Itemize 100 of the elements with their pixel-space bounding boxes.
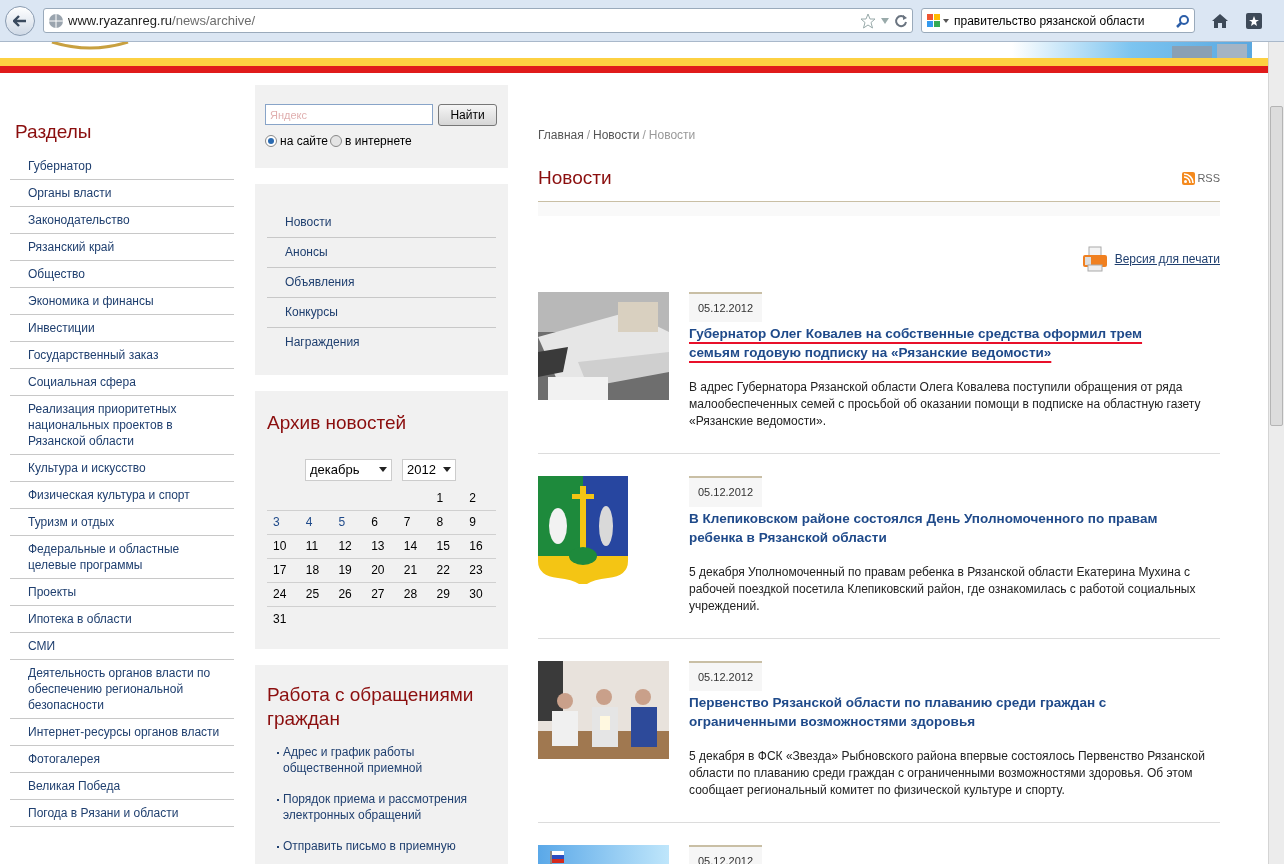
calendar-day: 31 xyxy=(267,609,300,628)
sidebar-item[interactable]: Погода в Рязани и области xyxy=(10,799,234,827)
sidebar-item[interactable]: Культура и искусство xyxy=(10,454,234,482)
sidebar-item[interactable]: Реализация приоритетных национальных проектов в Рязанской области xyxy=(10,395,234,455)
back-arrow-icon xyxy=(13,14,27,27)
sidebar-item[interactable]: Государственный заказ xyxy=(10,341,234,369)
calendar-day: 16 xyxy=(463,537,496,555)
search-button[interactable]: Найти xyxy=(438,104,497,126)
calendar-day: 6 xyxy=(365,513,398,531)
calendar-day: 26 xyxy=(332,585,366,603)
appeals-link[interactable]: Адрес и график работы общественной приемной xyxy=(283,743,495,776)
calendar-day: 1 xyxy=(430,489,464,507)
star-icon[interactable] xyxy=(860,12,876,29)
sections-heading: Разделы xyxy=(14,120,93,144)
news-headline[interactable]: Первенство Рязанской области по плаванию среди граждан с ограниченными возможностями здоровья xyxy=(689,693,1189,731)
url-text: www.ryazanreg.ru/news/archive/ xyxy=(68,11,257,30)
news-menu-item[interactable]: Объявления xyxy=(267,268,496,298)
news-summary: В адрес Губернатора Рязанской области Олега Ковалева поступили обращения от ряда малообеспеченных семей с просьбой об оказании помощи в подписке на областную газету «Рязанские ведомости». xyxy=(689,379,1202,430)
calendar-day: 25 xyxy=(299,585,333,603)
appeals-link[interactable]: Отправить письмо в приемную xyxy=(283,837,495,854)
breadcrumb-link[interactable]: Главная xyxy=(538,126,584,144)
search-field[interactable]: правительство рязанской области xyxy=(921,8,1195,33)
search-value: правительство рязанской области xyxy=(954,12,1146,30)
news-headline[interactable]: В Клепиковском районе состоялся День Уполномоченного по правам ребенка в Рязанской области xyxy=(689,508,1189,547)
home-icon[interactable] xyxy=(1211,12,1229,29)
printer-icon xyxy=(1080,245,1109,272)
dropdown-arrow-icon xyxy=(379,467,387,472)
calendar-day: 30 xyxy=(463,585,496,603)
radio-button[interactable] xyxy=(265,135,277,147)
sidebar-item[interactable]: Федеральные и областные целевые программы xyxy=(10,535,234,579)
month-select[interactable]: декабрь xyxy=(305,458,392,481)
sidebar-item[interactable]: Великая Победа xyxy=(10,772,234,800)
sidebar-item[interactable]: СМИ xyxy=(10,632,234,660)
sidebar-item[interactable]: Физическая культура и спорт xyxy=(10,481,234,509)
sidebar-item[interactable]: Инвестиции xyxy=(10,314,234,342)
search-engine-icon[interactable] xyxy=(926,12,950,29)
sidebar-item[interactable]: Деятельность органов власти по обеспечению региональной безопасности xyxy=(10,659,234,719)
breadcrumb-separator: / xyxy=(642,127,646,144)
news-menu-item[interactable]: Награждения xyxy=(267,328,496,357)
back-button[interactable] xyxy=(5,5,35,36)
news-summary: 5 декабря в ФСК «Звезда» Рыбновского района впервые состоялось Первенство Рязанской области по плаванию среди граждан с ограниченными возможностями здоровья. Об этом сообщает региональный комитет по физической культуре и спорту. xyxy=(689,748,1206,799)
address-bar[interactable]: www.ryazanreg.ru/news/archive/ xyxy=(43,8,913,33)
calendar-day[interactable]: 5 xyxy=(332,513,366,531)
sidebar-item[interactable]: Социальная сфера xyxy=(10,368,234,396)
calendar-day: 14 xyxy=(397,537,431,555)
calendar-day[interactable]: 3 xyxy=(267,513,300,531)
calendar-day: 2 xyxy=(463,489,496,507)
calendar-day: 7 xyxy=(397,513,431,531)
radio-label: на сайте xyxy=(280,133,329,150)
scrollbar[interactable] xyxy=(1268,42,1284,864)
sidebar-item[interactable]: Органы власти xyxy=(10,179,234,207)
calendar-day: 24 xyxy=(267,585,300,603)
news-summary: 5 декабря Уполномоченный по правам ребенка в Рязанской области Екатерина Мухина с рабочей поездкой посетила Клепиковский район, где ознакомилась с работой социальных учреждений. xyxy=(689,563,1197,615)
globe-icon xyxy=(48,12,64,29)
calendar-day: 17 xyxy=(267,561,300,579)
rss-link[interactable]: RSS xyxy=(1182,170,1220,187)
news-date: 05.12.2012 xyxy=(689,291,763,322)
year-select[interactable]: 2012 xyxy=(402,458,456,481)
calendar-day: 21 xyxy=(397,561,431,579)
sidebar-item[interactable]: Проекты xyxy=(10,578,234,606)
appeals-link[interactable]: Порядок приема и рассмотрения электронных обращений xyxy=(283,790,495,823)
sidebar-item[interactable]: Фотогалерея xyxy=(10,745,234,773)
radio-button[interactable] xyxy=(330,135,343,147)
calendar-day: 23 xyxy=(463,561,496,579)
page-title: Новости xyxy=(538,166,612,190)
search-input[interactable]: Яндекс xyxy=(265,104,433,125)
appeals-heading: Работа с обращениями граждан xyxy=(267,682,475,731)
calendar-day: 20 xyxy=(365,561,398,579)
radio-label: в интернете xyxy=(345,133,412,150)
news-headline[interactable]: Губернатор Олег Ковалев на собственные средства оформил трем семьям годовую подписку на «Рязанские ведомости» xyxy=(689,324,1189,362)
calendar-day: 19 xyxy=(332,561,366,579)
news-menu-item[interactable]: Новости xyxy=(267,208,496,238)
sidebar-item[interactable]: Интернет-ресурсы органов власти xyxy=(10,718,234,746)
sidebar-item[interactable]: Экономика и финансы xyxy=(10,287,234,315)
news-menu-item[interactable]: Анонсы xyxy=(267,238,496,268)
sidebar-item[interactable]: Общество xyxy=(10,260,234,288)
reload-icon[interactable] xyxy=(894,13,908,28)
calendar-day: 18 xyxy=(299,561,333,579)
calendar-day: 28 xyxy=(397,585,431,603)
rss-icon xyxy=(1182,171,1196,185)
sidebar-item[interactable]: Ипотека в области xyxy=(10,605,234,633)
bookmarks-icon[interactable] xyxy=(1245,11,1263,30)
calendar-day: 8 xyxy=(430,513,464,531)
sidebar-item[interactable]: Рязанский край xyxy=(10,233,234,261)
sidebar-item[interactable]: Законодательство xyxy=(10,206,234,234)
news-menu-item[interactable]: Конкурсы xyxy=(267,298,496,328)
calendar-day[interactable]: 4 xyxy=(299,513,333,531)
news-date: 05.12.2012 xyxy=(689,476,763,507)
calendar-day: 22 xyxy=(430,561,464,579)
sidebar-item[interactable]: Туризм и отдых xyxy=(10,508,234,536)
news-date: 05.12.2012 xyxy=(689,660,763,691)
breadcrumb-link[interactable]: Новости xyxy=(593,126,640,144)
print-version-link[interactable]: Версия для печати xyxy=(1114,249,1220,268)
search-icon[interactable] xyxy=(1176,13,1190,28)
calendar-day: 27 xyxy=(365,585,398,603)
calendar-day: 10 xyxy=(267,537,300,555)
calendar-day: 9 xyxy=(463,513,496,531)
breadcrumb-separator: / xyxy=(586,127,591,144)
sidebar-item[interactable]: Губернатор xyxy=(10,152,234,180)
archive-heading: Архив новостей xyxy=(267,411,408,435)
